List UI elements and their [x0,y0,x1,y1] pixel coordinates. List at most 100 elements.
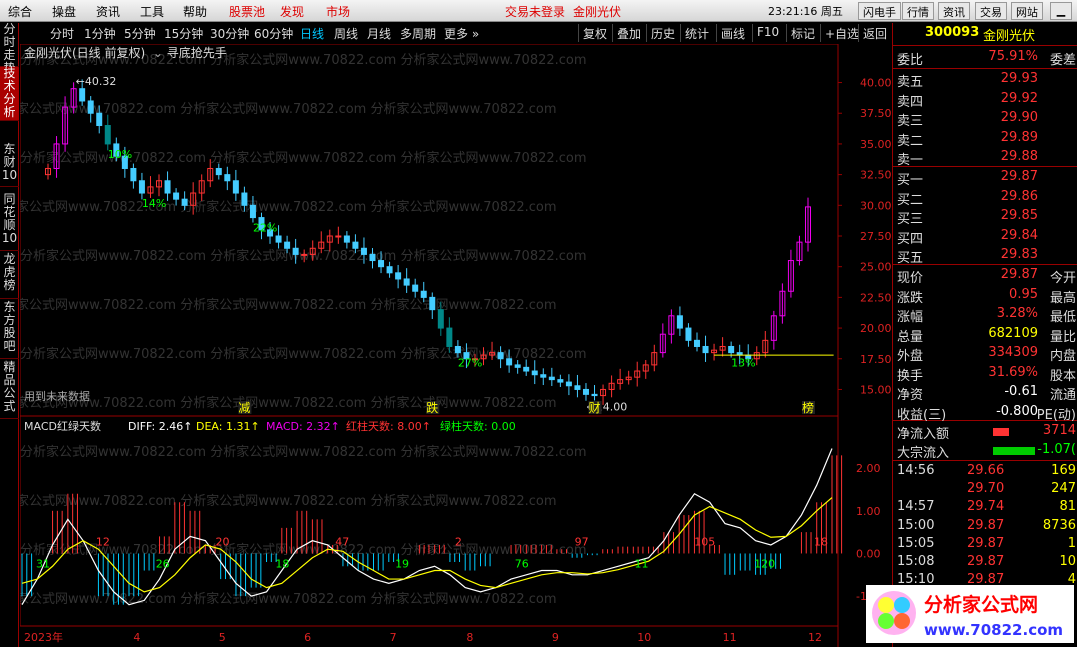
month-label: 2023年 [24,630,63,644]
minimize-icon[interactable]: ▁ [1050,2,1072,20]
month-label: 5 [219,631,226,644]
draw-button[interactable]: 画线 [716,24,749,42]
clock: 23:21:16 周五 [768,5,843,18]
add-watchlist-button[interactable]: +自选 [820,24,863,42]
period-15min[interactable]: 15分钟 [164,25,203,42]
indicator-name[interactable]: 寻底抢先手 [167,46,227,60]
trade-button[interactable]: 交易 [975,2,1007,20]
menu-item-caopan[interactable]: 操盘 [52,3,76,20]
macd-ytick-label: 1.00 [856,505,881,518]
sell-row-value: 29.92 [1000,90,1038,106]
stat-row-label: 净资 [897,388,924,403]
period-daily[interactable]: 日线 [300,25,324,42]
fuquan-button[interactable]: 复权 [578,24,611,42]
period-weekly[interactable]: 周线 [334,25,358,42]
stat-row-value: -0.800 [996,403,1038,419]
buy-row: 买四 29.84 [893,228,1077,247]
stat-row-label: 涨跌 [897,290,924,306]
stat-row-extra: PE(动) [1036,407,1076,423]
candle [224,174,231,182]
kline-chart[interactable]: 分析家公式网www.70822.com 分析家公式网www.70822.com … [20,44,892,647]
tab-guba[interactable]: 东方股吧 [0,301,19,359]
overlay-button[interactable]: 叠加 [612,24,645,42]
macd-header-text: 红柱天数: 8.00↑ [346,419,431,433]
period-fenshi[interactable]: 分时 [50,25,74,42]
menu-item-zonghe[interactable]: 综合 [8,3,32,20]
event-marker: 榜 [802,400,814,415]
tab-dongcai[interactable]: 东财10 [0,143,19,187]
stat-row-extra: 最低 [1049,310,1076,325]
candle [574,385,581,390]
quote-button[interactable]: 行情 [902,2,934,20]
stat-row-label: 涨幅 [897,310,924,325]
tick-volume: 1 [1067,535,1076,551]
menu-item-bangzhu[interactable]: 帮助 [183,3,207,20]
stat-row-label: 总量 [897,329,924,345]
watermark: 分析家公式网www.70822.com 分析家公式网www.70822.com … [20,248,587,264]
chart-title: 金刚光伏(日线 前复权) [24,46,146,60]
candle [215,167,222,176]
stat-row-value: 3.28% [996,306,1038,321]
stat-row: 涨幅 3.28% 最低 [893,306,1077,325]
stock-name: 金刚光伏 [983,29,1036,44]
mark-button[interactable]: 标记 [786,24,819,42]
stock-code: 300093 [925,25,980,40]
macd-header-text: DIFF: 2.46↑ [128,420,192,433]
svg-text:分析家公式网: 分析家公式网 [924,593,1038,616]
sell-row-label: 卖五 [897,75,924,90]
website-button[interactable]: 网站 [1011,2,1043,20]
stat-row: 换手 31.69% 股本 [893,365,1077,384]
buy-row-value: 29.87 [1000,169,1038,184]
tab-tonghuashun[interactable]: 同花顺10 [0,193,19,251]
month-label: 8 [466,631,473,644]
back-button[interactable]: 返回 [858,24,891,42]
candle [582,388,589,395]
period-more[interactable]: 更多 » [444,25,479,42]
history-button[interactable]: 历史 [646,24,679,42]
tick-time: 15:05 [897,535,935,551]
menu-item-stockpool[interactable]: 股票池 [229,3,265,20]
tick-row: 15:05 29.87 1 [893,536,1077,555]
period-multi[interactable]: 多周期 [400,25,436,42]
tick-volume: 8736 [1042,517,1076,533]
menu-item-faxian[interactable]: 发现 [280,3,304,20]
period-5min[interactable]: 5分钟 [124,25,156,42]
month-label: 4 [133,631,140,644]
flash-trade-button[interactable]: 闪电手 [858,2,901,20]
tab-longhubang[interactable]: 龙虎榜 [0,253,19,299]
menu-item-zixun[interactable]: 资讯 [96,3,120,20]
period-monthly[interactable]: 月线 [367,25,391,42]
indicator-icon[interactable]: ⌄ [149,46,163,60]
weibi-label: 委比 [897,53,924,68]
tab-formula[interactable]: 精品公式 [0,361,19,419]
ytick-label: 20.00 [860,322,892,335]
candle [403,278,410,286]
period-1min[interactable]: 1分钟 [84,25,116,42]
period-60min[interactable]: 60分钟 [254,25,293,42]
bar-count-label: 97 [575,535,589,548]
tick-row: 15:00 29.87 8736 [893,518,1077,537]
bar-count-label: 11 [634,557,648,570]
stats-button[interactable]: 统计 [680,24,713,42]
macd-header-text: DEA: 1.31↑ [196,420,260,433]
candle [173,192,180,200]
menu-item-shichang[interactable]: 市场 [326,3,350,20]
period-30min[interactable]: 30分钟 [210,25,249,42]
stat-row: 收益(三) -0.800 PE(动) [893,404,1077,423]
weicha-label: 委差 [1049,53,1076,68]
stat-row: 涨跌 0.95 最高 [893,287,1077,306]
tab-intraday[interactable]: 分时走势 [0,23,19,75]
ytick-label: 27.50 [860,230,892,243]
month-label: 10 [637,631,651,644]
candle [420,290,427,298]
stat-row-label: 现价 [897,271,924,286]
tab-technical[interactable]: 技术分析 [0,67,19,121]
stat-row: 现价 29.87 今开 [893,267,1077,286]
stat-row-value: 0.95 [1009,286,1038,302]
candle [130,167,137,182]
menu-item-gongju[interactable]: 工具 [140,3,164,20]
candle [79,88,86,102]
news-button[interactable]: 资讯 [938,2,970,20]
buy-row-label: 买三 [897,212,924,227]
f10-button[interactable]: F10 [752,24,783,42]
